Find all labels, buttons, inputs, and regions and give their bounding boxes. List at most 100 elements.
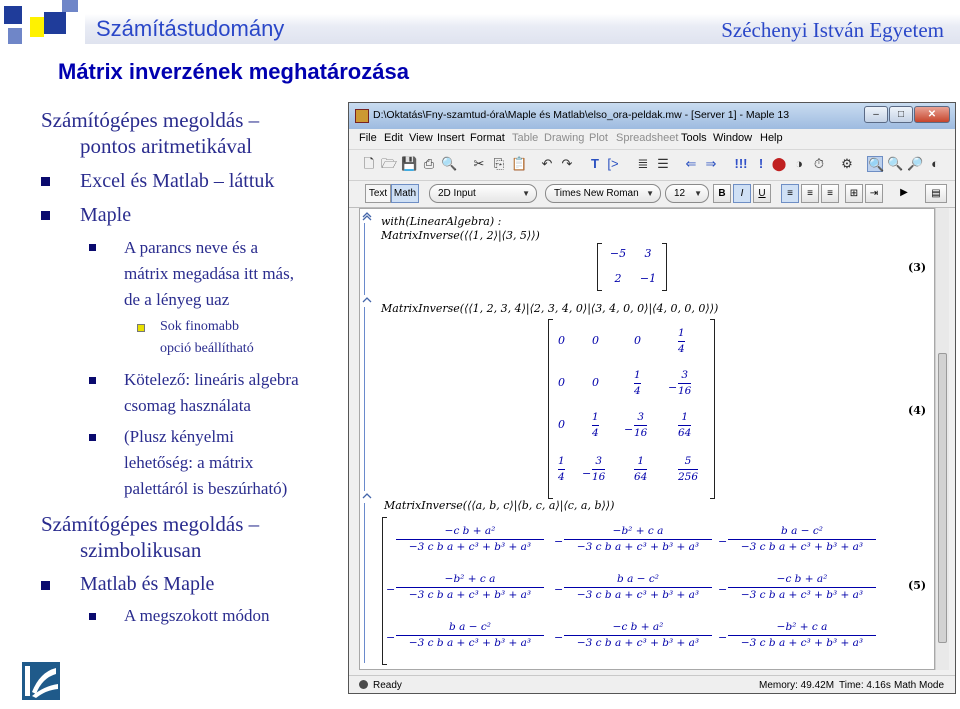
matrix-cell-fraction: b a − c² −3 c b a + c³ + b³ + a³ <box>564 573 712 602</box>
input-matrixinverse-symbolic[interactable]: MatrixInverse(⟨⟨a, b, c⟩|⟨b, c, a⟩|⟨c, a… <box>384 499 614 512</box>
bullet-text: lehetőség: a mátrix <box>124 453 254 472</box>
collapse-group-icon[interactable] <box>362 295 372 305</box>
restart-icon[interactable]: ⏱ <box>811 156 827 172</box>
open-folder-icon[interactable]: 🗁 <box>381 156 397 172</box>
bullet-text: (Plusz kényelmi <box>124 427 235 446</box>
minus-sign: − <box>386 631 396 644</box>
maple-window: D:\Oktatás\Fny-szamtud-óra\Maple és Matl… <box>348 102 956 694</box>
minimize-button[interactable]: – <box>864 106 888 123</box>
execute-icon[interactable]: ! <box>753 156 769 172</box>
section-remove-icon[interactable]: ☰ <box>655 156 671 172</box>
input-mode-dropdown[interactable]: 2D Input ▼ <box>429 184 537 203</box>
minus-sign: − <box>554 535 564 548</box>
input-matrixinverse-2x2[interactable]: MatrixInverse(⟨⟨1, 2⟩|⟨3, 5⟩⟩) <box>381 229 540 242</box>
slide-header: Számítástudomány Széchenyi István Egyete… <box>0 0 960 48</box>
palette-icon[interactable]: ▤ <box>925 184 947 203</box>
input-mode-value: 2D Input <box>438 188 476 199</box>
menu-plot[interactable]: Plot <box>589 132 608 144</box>
menu-help[interactable]: Help <box>760 132 783 144</box>
back-arrow-icon[interactable]: ⇐ <box>683 156 699 172</box>
matrix-cell: 2 <box>614 272 622 285</box>
bullet-text: A megszokott módon <box>124 606 270 625</box>
text-mode-tab[interactable]: Text <box>365 184 391 203</box>
font-dropdown[interactable]: Times New Roman ▼ <box>545 184 661 203</box>
paste-icon[interactable]: 📋 <box>511 156 527 172</box>
zoom-150-icon[interactable]: 🔍 <box>887 156 903 172</box>
forward-arrow-icon[interactable]: ⇒ <box>703 156 719 172</box>
execution-group-icon[interactable]: [> <box>605 156 621 172</box>
font-size-value: 12 <box>674 188 686 199</box>
input-matrixinverse-4x4[interactable]: MatrixInverse(⟨⟨1, 2, 3, 4⟩|⟨2, 3, 4, 0⟩… <box>381 302 718 315</box>
print-icon[interactable]: ⎙ <box>421 156 437 172</box>
input-with-linalg[interactable]: with(LinearAlgebra) : <box>381 215 501 228</box>
menu-format[interactable]: Format <box>470 132 505 144</box>
menu-spreadsheet[interactable]: Spreadsheet <box>616 132 678 144</box>
bullet-square-icon <box>89 377 96 384</box>
new-document-icon[interactable]: 🗋 <box>361 156 377 172</box>
menu-view[interactable]: View <box>409 132 433 144</box>
collapse-group-icon[interactable] <box>362 211 372 221</box>
equation-label: (3) <box>908 261 927 274</box>
logo-square <box>4 6 22 24</box>
equation-label: (4) <box>908 404 927 417</box>
slide-title: Mátrix inverzének meghatározása <box>58 59 409 84</box>
chevron-down-icon: ▼ <box>694 189 702 198</box>
chevron-down-icon: ▼ <box>522 189 530 198</box>
vertical-scrollbar[interactable] <box>935 208 949 670</box>
text-icon[interactable]: T <box>587 156 603 172</box>
logo-square <box>62 0 78 12</box>
bullet-text: mátrix megadása itt más, <box>124 264 294 283</box>
zoom-200-icon[interactable]: 🔎 <box>907 156 923 172</box>
menu-table[interactable]: Table <box>512 132 538 144</box>
debug-icon[interactable]: ◑ <box>791 156 807 172</box>
status-time: Time: 4.16s <box>839 680 891 691</box>
scrollbar-thumb[interactable] <box>938 353 947 643</box>
close-button[interactable]: ✕ <box>914 106 950 123</box>
minus-sign: − <box>718 583 728 596</box>
execute-all-icon[interactable]: !!! <box>733 156 749 172</box>
minus-sign: − <box>554 631 564 644</box>
bold-button[interactable]: B <box>713 184 731 203</box>
style-icon[interactable]: ⊞ <box>845 184 863 203</box>
collapse-group-icon[interactable] <box>362 491 372 501</box>
align-left-icon[interactable]: ≡ <box>781 184 799 203</box>
menu-drawing[interactable]: Drawing <box>544 132 584 144</box>
matrix-cell-fraction: 14 <box>634 369 641 397</box>
print-preview-icon[interactable]: 🔍 <box>441 156 457 172</box>
matrix-cell-fraction: 1 64 <box>634 455 648 483</box>
menu-edit[interactable]: Edit <box>384 132 403 144</box>
align-center-icon[interactable]: ≡ <box>801 184 819 203</box>
cut-icon[interactable]: ✂ <box>471 156 487 172</box>
menu-file[interactable]: File <box>359 132 377 144</box>
undo-icon[interactable]: ↶ <box>539 156 555 172</box>
menu-tools[interactable]: Tools <box>681 132 707 144</box>
math-mode-tab[interactable]: Math <box>391 184 419 203</box>
underline-button[interactable]: U <box>753 184 771 203</box>
status-mode: Math Mode <box>894 680 945 691</box>
maximize-button[interactable]: □ <box>889 106 913 123</box>
copy-icon[interactable]: ⎘ <box>491 156 507 172</box>
matrix-bracket-left <box>597 243 602 291</box>
gear-icon[interactable]: ⚙ <box>839 156 855 172</box>
zoom-100-icon[interactable]: 🔍 <box>867 156 884 172</box>
section-icon[interactable]: ≣ <box>635 156 651 172</box>
redo-icon[interactable]: ↷ <box>559 156 575 172</box>
toolbar: 🗋 🗁 💾 ⎙ 🔍 ✂ ⎘ 📋 ↶ ↷ T [> ≣ ☰ ⇐ ⇒ !!! ! ⬤… <box>349 150 955 181</box>
align-right-icon[interactable]: ≡ <box>821 184 839 203</box>
minus-sign: − <box>386 583 396 596</box>
font-size-dropdown[interactable]: 12 ▼ <box>665 184 709 203</box>
help-icon[interactable]: ◐ <box>927 156 943 172</box>
menu-insert[interactable]: Insert <box>437 132 465 144</box>
status-ready: Ready <box>373 680 402 691</box>
more-arrow-icon[interactable]: ▶ <box>895 184 913 203</box>
matrix-bracket-left <box>548 319 553 499</box>
save-icon[interactable]: 💾 <box>401 156 417 172</box>
italic-button[interactable]: I <box>733 184 751 203</box>
stop-icon[interactable]: ⬤ <box>771 156 787 172</box>
indent-icon[interactable]: ⇥ <box>865 184 883 203</box>
worksheet[interactable]: with(LinearAlgebra) : MatrixInverse(⟨⟨1,… <box>359 208 935 670</box>
menu-window[interactable]: Window <box>713 132 752 144</box>
university-name: Széchenyi István Egyetem <box>721 18 944 42</box>
matrix-cell-fraction: 3 16 <box>678 369 692 397</box>
matrix-cell: 3 <box>644 247 652 260</box>
